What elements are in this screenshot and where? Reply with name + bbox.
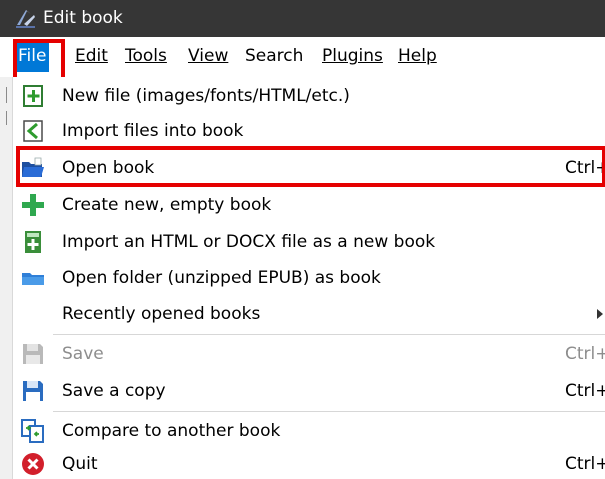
menu-item-new-file[interactable]: New file (images/fonts/HTML/etc.) (13, 78, 605, 114)
quit-icon (22, 453, 44, 475)
menu-item-label: Compare to another book (62, 421, 281, 441)
plus-icon (22, 194, 44, 216)
menu-search-label: Search (245, 46, 304, 66)
edit-book-window: Edit book File Edit Tools View Search Pl… (0, 0, 605, 479)
menu-item-label: Save (62, 344, 104, 364)
calibre-app-icon (16, 10, 35, 28)
menu-item-label: Import an HTML or DOCX file as a new boo… (62, 232, 436, 252)
menu-separator (53, 411, 605, 412)
menu-item-quit[interactable]: Quit Ctrl+Q (13, 446, 605, 479)
menu-item-shortcut: Ctrl+Q (565, 454, 605, 474)
menu-help[interactable]: Help (398, 41, 437, 72)
menu-item-recently-opened[interactable]: Recently opened books (13, 296, 605, 332)
edge-tick (6, 111, 7, 125)
submenu-arrow-icon (597, 309, 603, 319)
menu-item-label: Open folder (unzipped EPUB) as book (62, 268, 381, 288)
menu-edit-label: Edit (75, 46, 108, 66)
menu-tools-label: Tools (125, 46, 167, 66)
edge-tick (6, 87, 7, 103)
import-html-docx-icon (25, 231, 41, 253)
menu-item-label: Open book (62, 158, 155, 178)
window-title: Edit book (43, 8, 123, 28)
menu-item-import-files[interactable]: Import files into book (13, 113, 605, 149)
menu-item-label: Create new, empty book (62, 195, 272, 215)
menu-item-shortcut: Ctrl+S (565, 344, 605, 364)
underlying-window-edge (0, 77, 12, 479)
menu-view-label: View (188, 46, 229, 66)
menu-plugins-label: Plugins (322, 46, 383, 66)
open-folder-icon (22, 157, 44, 177)
menu-view[interactable]: View (188, 41, 228, 72)
menu-tools[interactable]: Tools (125, 41, 167, 72)
new-file-icon (23, 85, 43, 107)
menu-help-label: Help (398, 46, 437, 66)
menu-item-label: Recently opened books (62, 304, 261, 324)
menu-item-open-folder[interactable]: Open folder (unzipped EPUB) as book (13, 260, 605, 296)
menu-item-import-html-docx[interactable]: Import an HTML or DOCX file as a new boo… (13, 224, 605, 260)
menu-edit[interactable]: Edit (75, 41, 108, 72)
menu-file[interactable]: File (15, 41, 50, 72)
folder-icon (22, 273, 44, 285)
menu-item-save[interactable]: Save Ctrl+S (13, 336, 605, 372)
menu-item-label: Save a copy (62, 381, 166, 401)
file-dropdown-menu: New file (images/fonts/HTML/etc.) Import… (12, 77, 605, 479)
save-copy-icon (23, 381, 43, 401)
menu-bar: File Edit Tools View Search Plugins Help (0, 37, 605, 77)
menu-separator (53, 334, 605, 335)
menu-item-label: New file (images/fonts/HTML/etc.) (62, 86, 350, 106)
menu-item-create-new-book[interactable]: Create new, empty book (13, 187, 605, 223)
menu-item-label: Import files into book (62, 121, 244, 141)
menu-plugins[interactable]: Plugins (322, 41, 383, 72)
import-files-icon (23, 120, 43, 142)
compare-icon (21, 419, 44, 443)
menu-item-open-book[interactable]: Open book Ctrl+O (13, 150, 605, 186)
save-icon (23, 344, 43, 364)
menu-item-shortcut: Ctrl+Alt+S (565, 381, 605, 401)
title-bar: Edit book (0, 0, 605, 37)
menu-item-compare[interactable]: Compare to another book (13, 413, 605, 449)
menu-item-shortcut: Ctrl+O (565, 158, 605, 178)
menu-item-save-copy[interactable]: Save a copy Ctrl+Alt+S (13, 373, 605, 409)
menu-item-label: Quit (62, 454, 98, 474)
menu-search[interactable]: Search (245, 41, 303, 72)
